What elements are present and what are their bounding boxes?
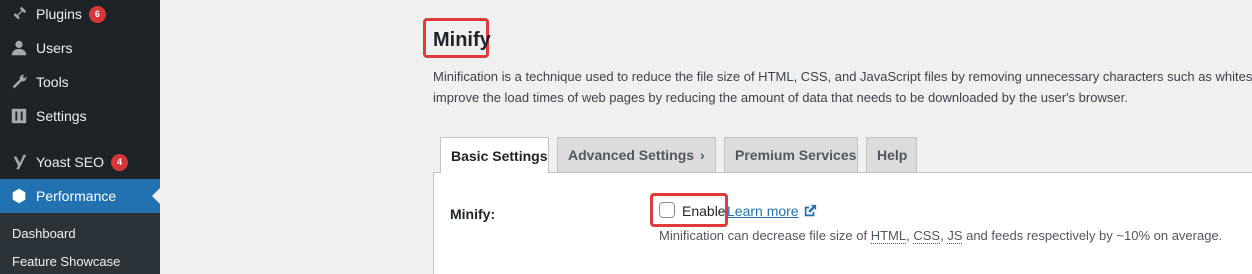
sidebar-item-performance[interactable]: Performance — [0, 179, 160, 213]
plugin-icon — [9, 4, 29, 24]
main-content: Minify Minification is a technique used … — [160, 0, 1252, 274]
settings-panel — [433, 172, 1252, 274]
help-text-suffix: and feeds respectively by ~10% on averag… — [962, 228, 1223, 243]
learn-more-text: Learn more — [727, 203, 799, 219]
admin-sidebar: Plugins 6 Users Tools Settings Yoast SEO… — [0, 0, 160, 274]
sidebar-item-users[interactable]: Users — [0, 31, 160, 65]
sidebar-item-label: Yoast SEO — [36, 154, 104, 170]
tab-label: Advanced Settings — [568, 147, 695, 163]
external-link-icon — [804, 204, 816, 217]
minify-help-text: Minification can decrease file size of H… — [659, 228, 1223, 244]
sidebar-item-settings[interactable]: Settings — [0, 99, 160, 133]
description-line-1: Minification is a technique used to redu… — [433, 69, 1252, 84]
performance-icon — [9, 186, 29, 206]
sidebar-item-label: Settings — [36, 108, 87, 124]
settings-icon — [9, 106, 29, 126]
help-text-prefix: Minification can decrease file size of — [659, 228, 871, 243]
sidebar-item-label: Plugins — [36, 6, 82, 22]
tab-advanced-settings[interactable]: Advanced Settings › — [557, 137, 716, 173]
submenu-item-feature-showcase[interactable]: Feature Showcase — [12, 254, 120, 269]
abbr-js: JS — [947, 228, 963, 244]
tab-help[interactable]: Help — [866, 137, 917, 173]
active-indicator-arrow — [152, 188, 160, 204]
plugins-update-badge: 6 — [88, 5, 106, 23]
sidebar-item-tools[interactable]: Tools — [0, 65, 160, 99]
sidebar-item-label: Performance — [36, 188, 117, 204]
chevron-right-icon: › — [700, 147, 705, 163]
abbr-html: HTML — [870, 228, 907, 244]
abbr-css: CSS — [913, 228, 941, 244]
page-description: Minification is a technique used to redu… — [433, 66, 1252, 108]
users-icon — [9, 38, 29, 58]
submenu-item-dashboard[interactable]: Dashboard — [12, 226, 76, 241]
description-line-2: improve the load times of web pages by r… — [433, 90, 1128, 105]
tab-label: Basic Settings — [451, 147, 548, 164]
tab-label: Premium Services — [735, 147, 857, 163]
sidebar-item-yoast-seo[interactable]: Yoast SEO 4 — [0, 145, 160, 179]
tab-label: Help — [877, 147, 908, 163]
tab-basic-settings[interactable]: Basic Settings — [440, 137, 549, 174]
learn-more-link[interactable]: Learn more — [727, 203, 817, 219]
minify-setting-label: Minify: — [450, 206, 496, 222]
enable-minify-checkbox[interactable] — [659, 202, 675, 218]
sidebar-item-plugins[interactable]: Plugins 6 — [0, 0, 160, 31]
yoast-notification-badge: 4 — [110, 153, 128, 171]
sidebar-item-label: Users — [36, 40, 73, 56]
sidebar-item-label: Tools — [36, 74, 69, 90]
wrench-icon — [9, 72, 29, 92]
tab-premium-services[interactable]: Premium Services — [724, 137, 858, 173]
enable-checkbox-label[interactable]: Enable — [682, 203, 726, 219]
page-title: Minify — [433, 29, 491, 51]
performance-submenu: Dashboard Feature Showcase — [0, 213, 160, 274]
yoast-icon — [9, 152, 29, 172]
